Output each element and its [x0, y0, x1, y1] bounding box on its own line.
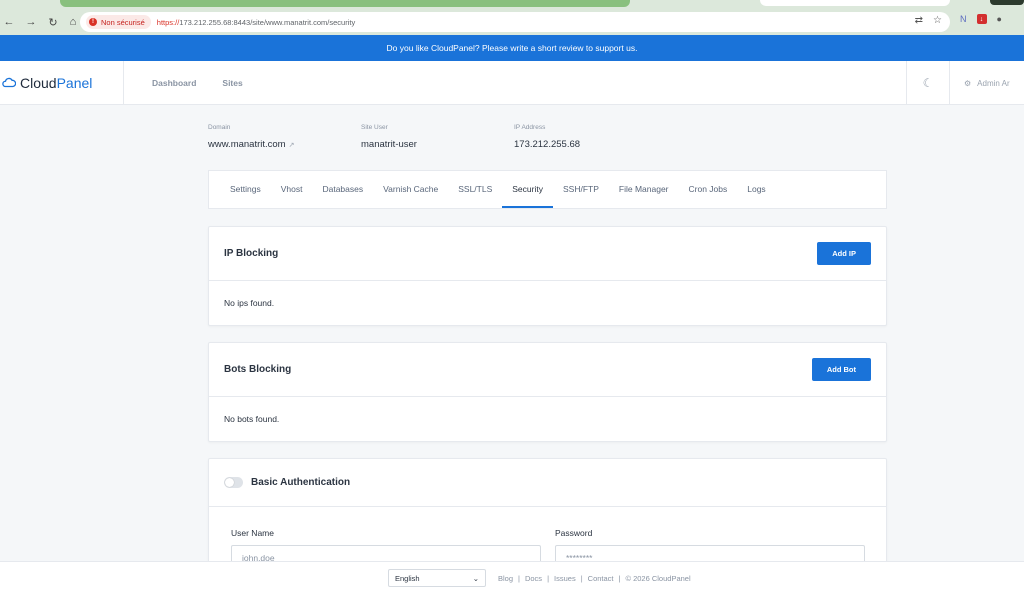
tab-ssl-tls[interactable]: SSL/TLS: [448, 171, 502, 208]
footer-link-docs[interactable]: Docs: [525, 574, 542, 583]
site-tabs: Settings Vhost Databases Varnish Cache S…: [208, 170, 887, 209]
url-rest: 173.212.255.68:8443/site/www.manatrit.co…: [179, 17, 356, 27]
forward-icon[interactable]: →: [22, 13, 40, 31]
footer-links: Blog | Docs | Issues | Contact | © 2026 …: [498, 573, 691, 583]
tab-ssh-ftp[interactable]: SSH/FTP: [553, 171, 609, 208]
nav-dashboard[interactable]: Dashboard: [152, 78, 196, 88]
users-gear-icon: ⚙: [964, 78, 972, 88]
ip-address-label: IP Address: [514, 124, 546, 131]
basic-auth-title: Basic Authentication: [251, 477, 351, 488]
external-link-icon[interactable]: ↗: [289, 142, 295, 149]
browser-tab[interactable]: [760, 0, 950, 6]
banner-text[interactable]: Do you like CloudPanel? Please write a s…: [387, 43, 638, 53]
domain-info: Domain www.manatrit.com ↗: [208, 124, 294, 150]
browser-tab-active[interactable]: [60, 0, 630, 7]
tab-databases[interactable]: Databases: [312, 171, 373, 208]
reload-icon[interactable]: ↻: [44, 13, 62, 31]
admin-label: Admin Ar: [977, 78, 1010, 88]
translate-icon[interactable]: ⇄: [915, 15, 923, 26]
url-text[interactable]: https://173.212.255.68:8443/site/www.man…: [157, 18, 355, 27]
tab-settings[interactable]: Settings: [220, 171, 271, 208]
app-header: CloudPanel Dashboard Sites ☾ ⚙ Admin Ar: [0, 61, 1024, 105]
domain-value[interactable]: www.manatrit.com: [208, 139, 286, 150]
security-label: Non sécurisé: [101, 17, 145, 27]
bots-blocking-title: Bots Blocking: [224, 364, 292, 375]
ip-address-value: 173.212.255.68: [514, 139, 581, 150]
url-scheme: https://: [156, 17, 180, 27]
extension-download-icon[interactable]: ↓: [976, 14, 987, 24]
browser-tabstrip: [0, 0, 1024, 9]
tab-cron-jobs[interactable]: Cron Jobs: [679, 171, 738, 208]
tab-security[interactable]: Security: [502, 171, 553, 208]
bookmark-star-icon[interactable]: ☆: [933, 15, 942, 26]
moon-icon: ☾: [922, 76, 934, 90]
basic-auth-card: Basic Authentication User Name john.doe …: [208, 458, 887, 578]
brand-name-suffix: Panel: [56, 75, 93, 91]
dark-mode-toggle[interactable]: ☾: [906, 61, 950, 105]
brand-name: CloudPanel: [20, 75, 92, 91]
tab-logs[interactable]: Logs: [737, 171, 775, 208]
footer-link-contact[interactable]: Contact: [588, 574, 614, 583]
add-ip-button[interactable]: Add IP: [817, 242, 871, 265]
tab-varnish-cache[interactable]: Varnish Cache: [373, 171, 448, 208]
microphone-icon[interactable]: ●: [997, 14, 1002, 24]
cloud-logo-icon: [2, 77, 16, 88]
basic-auth-toggle[interactable]: [224, 477, 243, 488]
language-value: English: [395, 573, 420, 583]
security-chip[interactable]: ! Non sécurisé: [86, 15, 151, 29]
language-select[interactable]: English ⌄: [388, 569, 486, 587]
site-user-value: manatrit-user: [361, 139, 417, 150]
nav-sites[interactable]: Sites: [222, 78, 242, 88]
extension-icon[interactable]: N: [960, 14, 967, 24]
brand-name-prefix: Cloud: [20, 75, 57, 91]
footer: English ⌄ Blog | Docs | Issues | Contact…: [0, 561, 1024, 593]
bots-blocking-card: Bots Blocking Add Bot No bots found.: [208, 342, 887, 442]
footer-copyright: © 2026 CloudPanel: [625, 573, 691, 583]
footer-link-issues[interactable]: Issues: [554, 574, 576, 583]
main-nav: Dashboard Sites: [152, 61, 243, 105]
ip-blocking-empty: No ips found.: [224, 298, 275, 308]
ip-blocking-card: IP Blocking Add IP No ips found.: [208, 226, 887, 326]
browser-tab[interactable]: [990, 0, 1024, 5]
browser-toolbar: ← → ↻ ⌂ ! Non sécurisé https://173.212.2…: [0, 9, 1024, 35]
warning-icon: !: [89, 18, 97, 26]
review-banner[interactable]: Do you like CloudPanel? Please write a s…: [0, 35, 1024, 61]
admin-menu[interactable]: ⚙ Admin Ar: [964, 61, 1010, 105]
back-icon[interactable]: ←: [0, 13, 18, 31]
footer-link-blog[interactable]: Blog: [498, 574, 513, 583]
tab-vhost[interactable]: Vhost: [271, 171, 313, 208]
ip-address-info: IP Address 173.212.255.68: [514, 124, 580, 150]
site-user-label: Site User: [361, 124, 388, 131]
brand-logo[interactable]: CloudPanel: [0, 61, 124, 105]
password-label: Password: [555, 528, 593, 538]
chevron-down-icon: ⌄: [472, 573, 479, 583]
site-user-info: Site User manatrit-user: [361, 124, 417, 150]
domain-value-row: www.manatrit.com ↗: [208, 139, 294, 150]
add-bot-button[interactable]: Add Bot: [811, 358, 871, 381]
address-bar[interactable]: ! Non sécurisé https://173.212.255.68:84…: [80, 12, 950, 32]
ip-blocking-title: IP Blocking: [224, 248, 279, 259]
domain-label: Domain: [208, 124, 231, 131]
tab-file-manager[interactable]: File Manager: [609, 171, 679, 208]
bots-blocking-empty: No bots found.: [224, 414, 280, 424]
username-label: User Name: [231, 528, 274, 538]
